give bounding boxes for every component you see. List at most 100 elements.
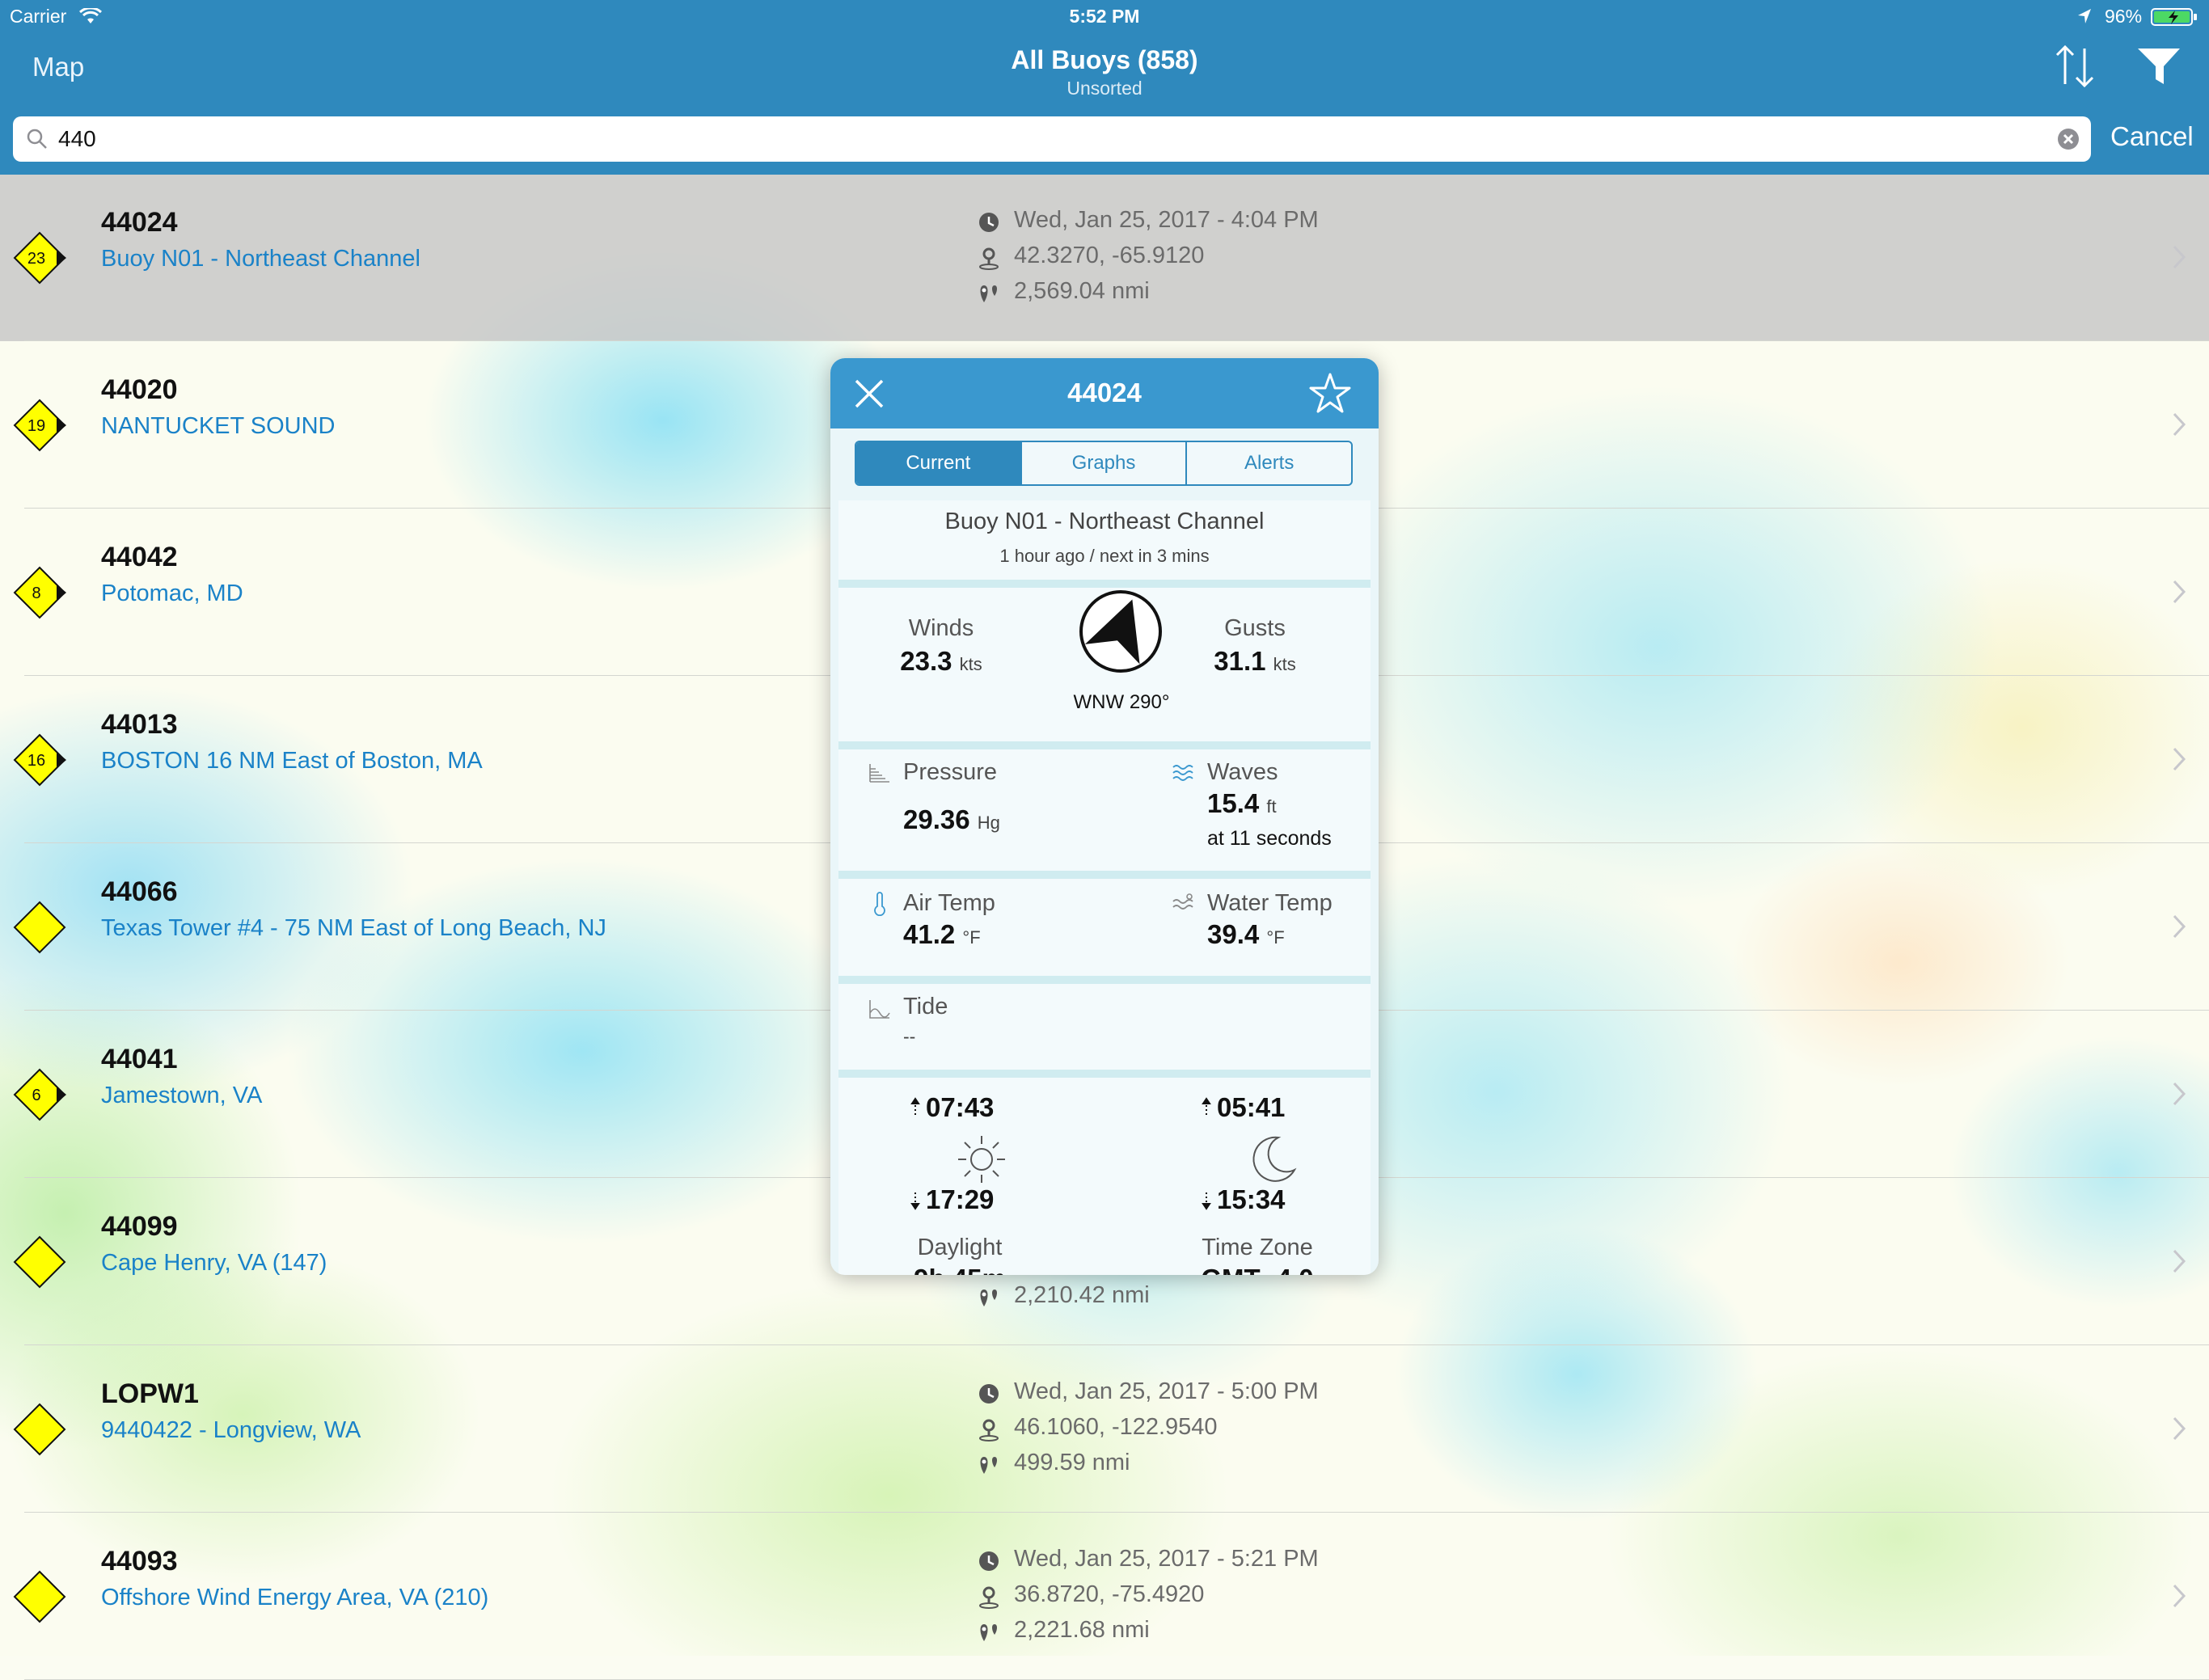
cancel-search-button[interactable]: Cancel — [2110, 121, 2194, 152]
temperature-section: Air Temp 41.2 °F Water Temp 39.4 °F — [838, 879, 1371, 976]
tab-current[interactable]: Current — [856, 442, 1022, 484]
buoy-marker-icon: 16 — [13, 733, 66, 787]
search-icon — [27, 129, 47, 149]
sunrise-time: 07:43 — [926, 1092, 995, 1122]
marker-wind-speed: 6 — [32, 1087, 40, 1104]
gusts-unit: kts — [1273, 654, 1296, 674]
distance-icon — [980, 1290, 997, 1306]
battery-icon — [2151, 8, 2197, 26]
update-status: 1 hour ago / next in 3 mins — [999, 546, 1210, 566]
water-temp-icon — [1172, 893, 1193, 910]
row-separator — [24, 1344, 2209, 1345]
search-input[interactable] — [58, 116, 2031, 162]
wind-flag-icon — [57, 1087, 66, 1103]
wind-flag-icon — [57, 585, 66, 601]
wind-flag-icon — [57, 752, 66, 768]
chevron-right-icon — [2173, 747, 2186, 771]
gusts-value: 31.1 kts — [1186, 646, 1324, 677]
table-row[interactable]: LOPW1 9440422 - Longview, WA Wed, Jan 25, … — [0, 1346, 2209, 1513]
wind-section: Winds 23.3 kts WNW 290° Gusts 31.1 kts — [838, 588, 1371, 741]
station-time: Wed, Jan 25, 2017 - 5:21 PM — [1014, 1546, 1319, 1572]
battery-percent: 96% — [2105, 6, 2143, 27]
station-id: LOPW1 — [101, 1378, 199, 1409]
daylight-value: 9h 45m — [871, 1264, 1049, 1275]
buoy-marker-icon: 6 — [13, 1068, 66, 1121]
pressure-number: 29.36 — [903, 804, 970, 834]
station-coords: 46.1060, -122.9540 — [1014, 1414, 1218, 1440]
pressure-waves-section: Pressure 29.36 Hg Waves 15.4 ft at 11 se… — [838, 749, 1371, 871]
timezone-value: GMT -4.0 — [1160, 1264, 1354, 1275]
waves-number: 15.4 — [1207, 788, 1260, 818]
sunset-time: 17:29 — [926, 1184, 995, 1214]
pressure-unit: Hg — [977, 813, 1000, 833]
tide-chart-icon — [869, 1000, 890, 1019]
gusts-label: Gusts — [1224, 615, 1286, 641]
winds-label: Winds — [908, 615, 974, 641]
buoy-marker-icon — [13, 1403, 66, 1456]
waves-label: Waves — [1207, 759, 1278, 785]
filter-button[interactable] — [2135, 44, 2183, 89]
buoy-detail-popover: 44024 Current Graphs Alerts Buoy N01 - N… — [830, 358, 1379, 1275]
buoy-marker-icon — [13, 1235, 66, 1289]
station-name: Cape Henry, VA (147) — [101, 1250, 327, 1276]
chevron-right-icon — [2173, 245, 2186, 269]
wind-flag-icon — [57, 417, 66, 433]
tab-graphs[interactable]: Graphs — [1021, 442, 1188, 484]
navigation-bar: Map All Buoys (858) Unsorted — [0, 32, 2209, 103]
station-distance: 499.59 nmi — [1014, 1450, 1130, 1475]
detail-tabs: Current Graphs Alerts — [855, 441, 1353, 486]
moonset-arrow-icon — [1202, 1192, 1211, 1210]
sort-button[interactable] — [2052, 42, 2097, 91]
moon-icon — [1252, 1136, 1297, 1182]
table-row[interactable]: 44093 Offshore Wind Energy Area, VA (210)… — [0, 1513, 2209, 1680]
station-id: 44013 — [101, 709, 178, 740]
station-id: 44041 — [101, 1044, 178, 1074]
marker-wind-speed: 23 — [27, 250, 45, 268]
sort-subtitle: Unsorted — [1066, 78, 1143, 99]
search-field[interactable] — [13, 116, 2091, 162]
station-distance: 2,210.42 nmi — [1014, 1282, 1150, 1308]
location-pin-icon — [979, 1586, 999, 1609]
thermometer-icon — [874, 892, 885, 916]
water-temp-label: Water Temp — [1207, 890, 1333, 916]
table-row[interactable]: 23 44024 Buoy N01 - Northeast Channel Wed, … — [0, 175, 2209, 341]
station-name: Jamestown, VA — [101, 1083, 263, 1108]
sun-icon — [958, 1136, 1005, 1183]
divider — [838, 741, 1371, 749]
wave-period: at 11 seconds — [1207, 827, 1332, 850]
favorite-button[interactable] — [1307, 371, 1353, 416]
buoy-marker-icon: 19 — [13, 399, 66, 452]
station-name: Buoy N01 - Northeast Channel — [944, 509, 1265, 534]
pressure-label: Pressure — [903, 759, 998, 785]
winds-unit: kts — [959, 654, 982, 674]
station-name: Potomac, MD — [101, 580, 243, 606]
station-name: Buoy N01 - Northeast Channel — [101, 246, 420, 272]
wind-direction: WNW 290° — [1073, 691, 1170, 713]
clock-icon — [979, 1384, 999, 1404]
row-separator — [24, 340, 2209, 341]
station-id: 44020 — [101, 374, 178, 405]
tab-alerts[interactable]: Alerts — [1187, 442, 1351, 484]
marker-wind-speed: 16 — [27, 752, 45, 770]
search-bar: Cancel — [0, 103, 2209, 175]
station-name: BOSTON 16 NM East of Boston, MA — [101, 748, 483, 774]
location-pin-icon — [979, 1419, 999, 1442]
set-arrow-icon — [910, 1192, 920, 1210]
waves-unit: ft — [1266, 796, 1277, 817]
clock-icon — [979, 213, 999, 232]
winds-value: 23.3 kts — [872, 646, 1010, 677]
divider — [838, 580, 1371, 588]
sun-moon-section: 07:43 17:29 Daylight 9h 45m 05:41 15:34 … — [838, 1078, 1371, 1275]
row-separator — [24, 1512, 2209, 1513]
waves-value: 15.4 ft — [1207, 788, 1277, 819]
tide-section: Tide -- — [838, 984, 1371, 1070]
star-icon — [1309, 373, 1351, 413]
chevron-right-icon — [2173, 1416, 2186, 1441]
divider — [838, 976, 1371, 984]
buoy-marker-icon: 23 — [13, 231, 66, 285]
air-temp-number: 41.2 — [903, 919, 956, 949]
clear-search-button[interactable] — [2057, 128, 2080, 150]
filter-funnel-icon — [2138, 49, 2180, 84]
daylight-label: Daylight — [917, 1235, 1003, 1260]
moonrise-arrow-icon — [1202, 1097, 1211, 1115]
